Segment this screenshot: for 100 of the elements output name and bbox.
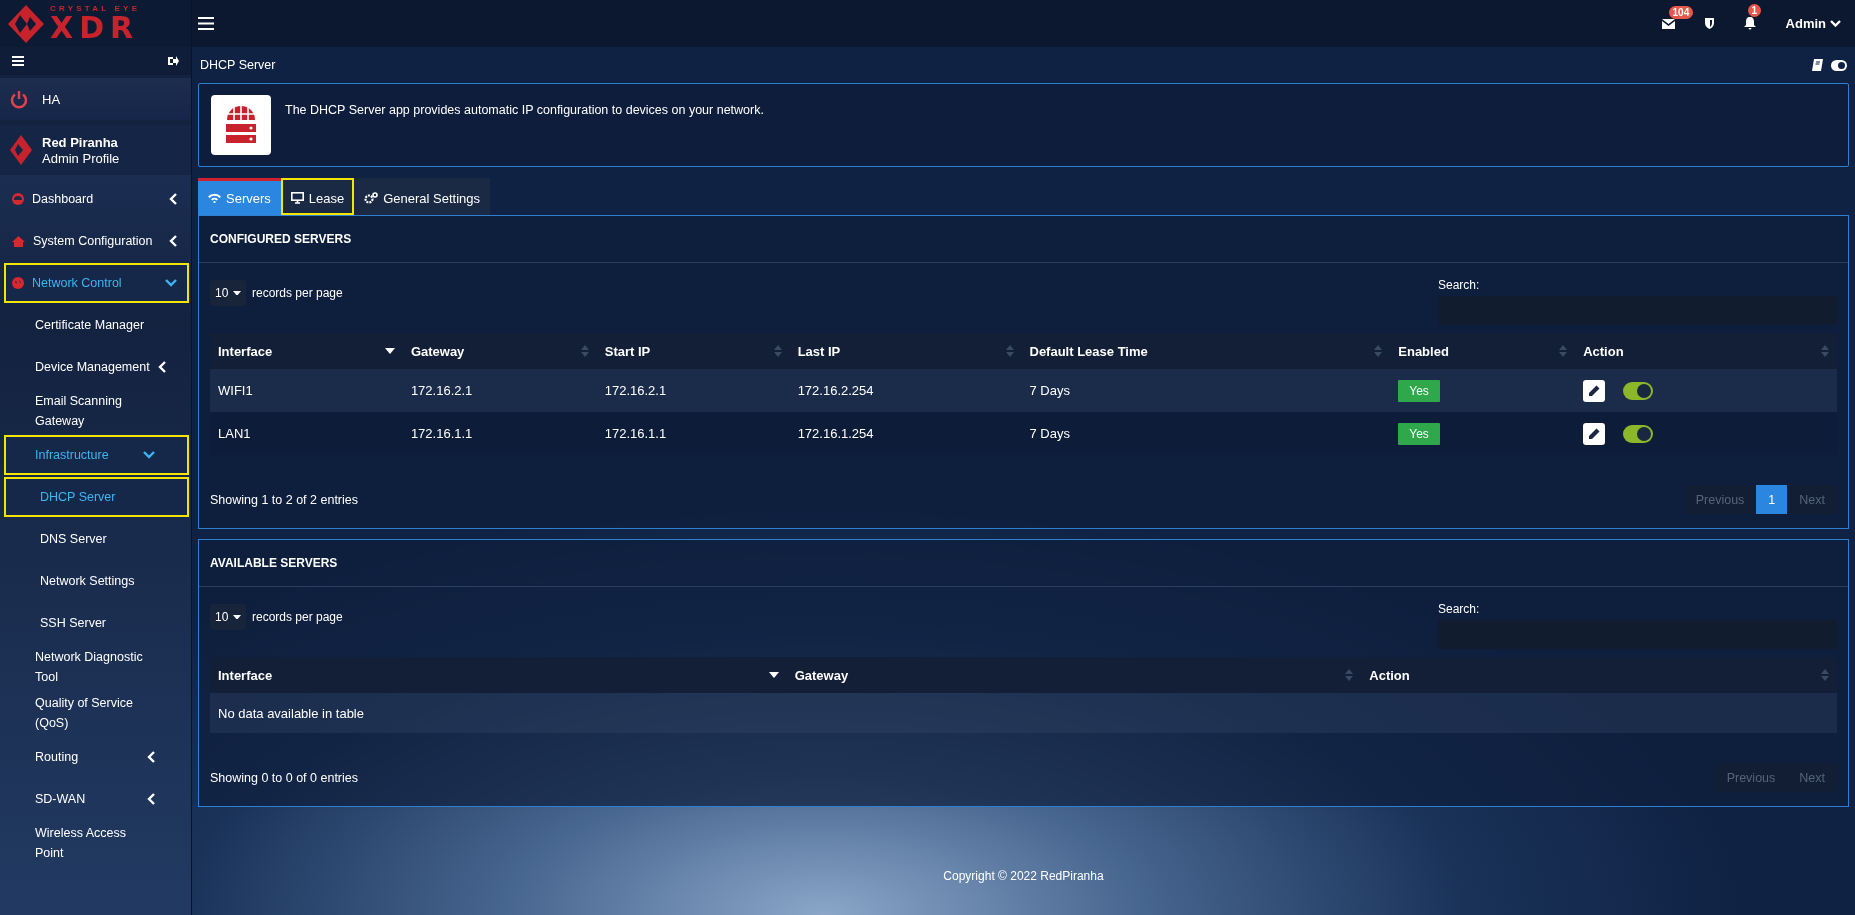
sidebar-item[interactable]: Wireless Access Point — [4, 821, 189, 865]
column-header[interactable]: Gateway — [786, 657, 1362, 693]
sidebar-item[interactable]: SD-WAN — [4, 779, 189, 819]
toggle-icon[interactable] — [1831, 59, 1847, 71]
enabled-badge: Yes — [1398, 422, 1440, 445]
copyright-text: Copyright © 2022 RedPiranha — [943, 869, 1104, 883]
column-header[interactable]: Default Lease Time — [1021, 333, 1391, 369]
table-cell: 7 Days — [1021, 412, 1391, 455]
table-cell: 7 Days — [1021, 369, 1391, 412]
sidebar-item[interactable]: Infrastructure — [4, 435, 189, 475]
chevron-left-icon — [157, 361, 166, 373]
page-length-label: records per page — [252, 286, 343, 300]
sidebar-item[interactable]: Network Diagnostic Tool — [4, 645, 189, 689]
column-header[interactable]: Action — [1361, 657, 1837, 693]
sidebar-item-label: Email Scanning Gateway — [35, 393, 123, 430]
table-cell: 172.16.2.254 — [789, 369, 1022, 412]
caret-icon — [233, 614, 241, 620]
notification-badge: 104 — [1668, 5, 1694, 19]
chevron-left-icon — [169, 193, 177, 205]
column-header[interactable]: Last IP — [789, 333, 1022, 369]
sidebar-item-label: DHCP Server — [40, 489, 116, 506]
column-header[interactable]: Interface — [210, 333, 403, 369]
tab[interactable]: Servers — [198, 178, 281, 215]
ha-label: HA — [42, 91, 61, 107]
chevron-left-icon — [147, 793, 155, 805]
page-length-select[interactable]: 10 — [210, 280, 246, 306]
power-icon[interactable] — [10, 89, 28, 109]
edit-button[interactable] — [1583, 379, 1606, 402]
logo-mark-icon — [8, 4, 44, 43]
monitor-icon — [290, 192, 304, 204]
sidebar-item[interactable]: Quality of Service (QoS) — [4, 691, 189, 735]
enabled-badge: Yes — [1398, 379, 1440, 402]
logo-text: CRYSTAL EYE XDR — [50, 4, 141, 43]
search-label: Search: — [1438, 602, 1481, 616]
sidebar-item-label: SSH Server — [40, 615, 106, 632]
sidebar-item[interactable]: System Configuration — [4, 221, 189, 261]
sidebar-item-label: DNS Server — [40, 531, 107, 548]
chevron-down-icon — [143, 451, 155, 459]
page-length-select[interactable]: 10 — [210, 604, 246, 630]
table-cell: 172.16.1.1 — [402, 412, 597, 455]
profile-name: Red Piranha — [42, 134, 119, 150]
pagination-button[interactable]: 1 — [1756, 485, 1788, 514]
tab[interactable]: Lease — [280, 178, 355, 215]
sidebar-item[interactable]: Certificate Manager — [4, 305, 189, 345]
tab[interactable]: General Settings — [354, 178, 491, 215]
sidebar-item[interactable]: SSH Server — [4, 603, 189, 643]
column-header[interactable]: Action — [1575, 333, 1837, 369]
edit-button[interactable] — [1583, 422, 1606, 445]
mail-icon[interactable] — [1661, 18, 1675, 29]
enable-toggle[interactable] — [1623, 424, 1654, 443]
sidebar-item-label: Infrastructure — [35, 447, 110, 464]
sidebar-item[interactable]: Email Scanning Gateway — [4, 389, 189, 433]
chevron-left-icon — [169, 235, 177, 247]
search-label: Search: — [1438, 278, 1481, 292]
chevron-left-icon — [147, 751, 155, 763]
sidebar-item-label: Network Diagnostic Tool — [35, 649, 144, 686]
column-header[interactable]: Gateway — [402, 333, 597, 369]
table-info: Showing 0 to 0 of 0 entries — [210, 770, 358, 785]
table-cell: 172.16.2.1 — [402, 369, 597, 412]
user-menu-button[interactable]: Admin — [1785, 16, 1841, 31]
sidebar-item-label: Wireless Access Point — [35, 825, 127, 862]
table-cell: LAN1 — [210, 412, 403, 455]
column-header[interactable]: Interface — [210, 657, 787, 693]
profile-role: Admin Profile — [42, 150, 120, 166]
panel-title: CONFIGURED SERVERS — [199, 216, 1848, 263]
chevron-down-icon — [1830, 20, 1841, 27]
sidebar-item[interactable]: Network Control — [4, 263, 189, 303]
sidebar-item-label: Certificate Manager — [35, 317, 145, 334]
shield-icon[interactable] — [1704, 18, 1714, 29]
table-cell: 172.16.1.1 — [596, 412, 790, 455]
empty-table-message: No data available in table — [210, 693, 1837, 733]
sidebar-item-label: Quality of Service (QoS) — [35, 695, 134, 732]
sidebar-item[interactable]: Dashboard — [4, 179, 189, 219]
profile-logo-icon — [10, 135, 32, 165]
sidebar-item[interactable]: DHCP Server — [4, 477, 189, 517]
caret-icon — [233, 290, 241, 296]
sidebar-item[interactable]: Device Management — [4, 347, 189, 387]
table-cell: WIFI1 — [210, 369, 403, 412]
sidebar-item[interactable]: Network Settings — [4, 561, 189, 601]
book-icon[interactable] — [1812, 59, 1823, 71]
page-length-label: records per page — [252, 610, 343, 624]
table-cell: 172.16.1.254 — [789, 412, 1022, 455]
menu-icon[interactable] — [12, 56, 24, 66]
menu-icon[interactable] — [198, 17, 214, 30]
table-cell: 172.16.2.1 — [596, 369, 790, 412]
bell-icon[interactable] — [1743, 17, 1756, 30]
wifi-icon — [208, 193, 221, 203]
sidebar-item-label: Device Management — [35, 359, 150, 376]
column-header[interactable]: Enabled — [1390, 333, 1576, 369]
table-info: Showing 1 to 2 of 2 entries — [210, 492, 358, 507]
home-icon — [12, 235, 25, 247]
sidebar-item[interactable]: Routing — [4, 737, 189, 777]
sign-out-icon[interactable] — [168, 56, 179, 66]
column-header[interactable]: Start IP — [596, 333, 790, 369]
sidebar-item-label: Network Settings — [40, 573, 135, 590]
sidebar-item[interactable]: DNS Server — [4, 519, 189, 559]
notification-badge: 1 — [1747, 4, 1762, 17]
page-title: DHCP Server — [200, 58, 276, 72]
enable-toggle[interactable] — [1623, 381, 1654, 400]
chevron-down-icon — [165, 279, 177, 287]
